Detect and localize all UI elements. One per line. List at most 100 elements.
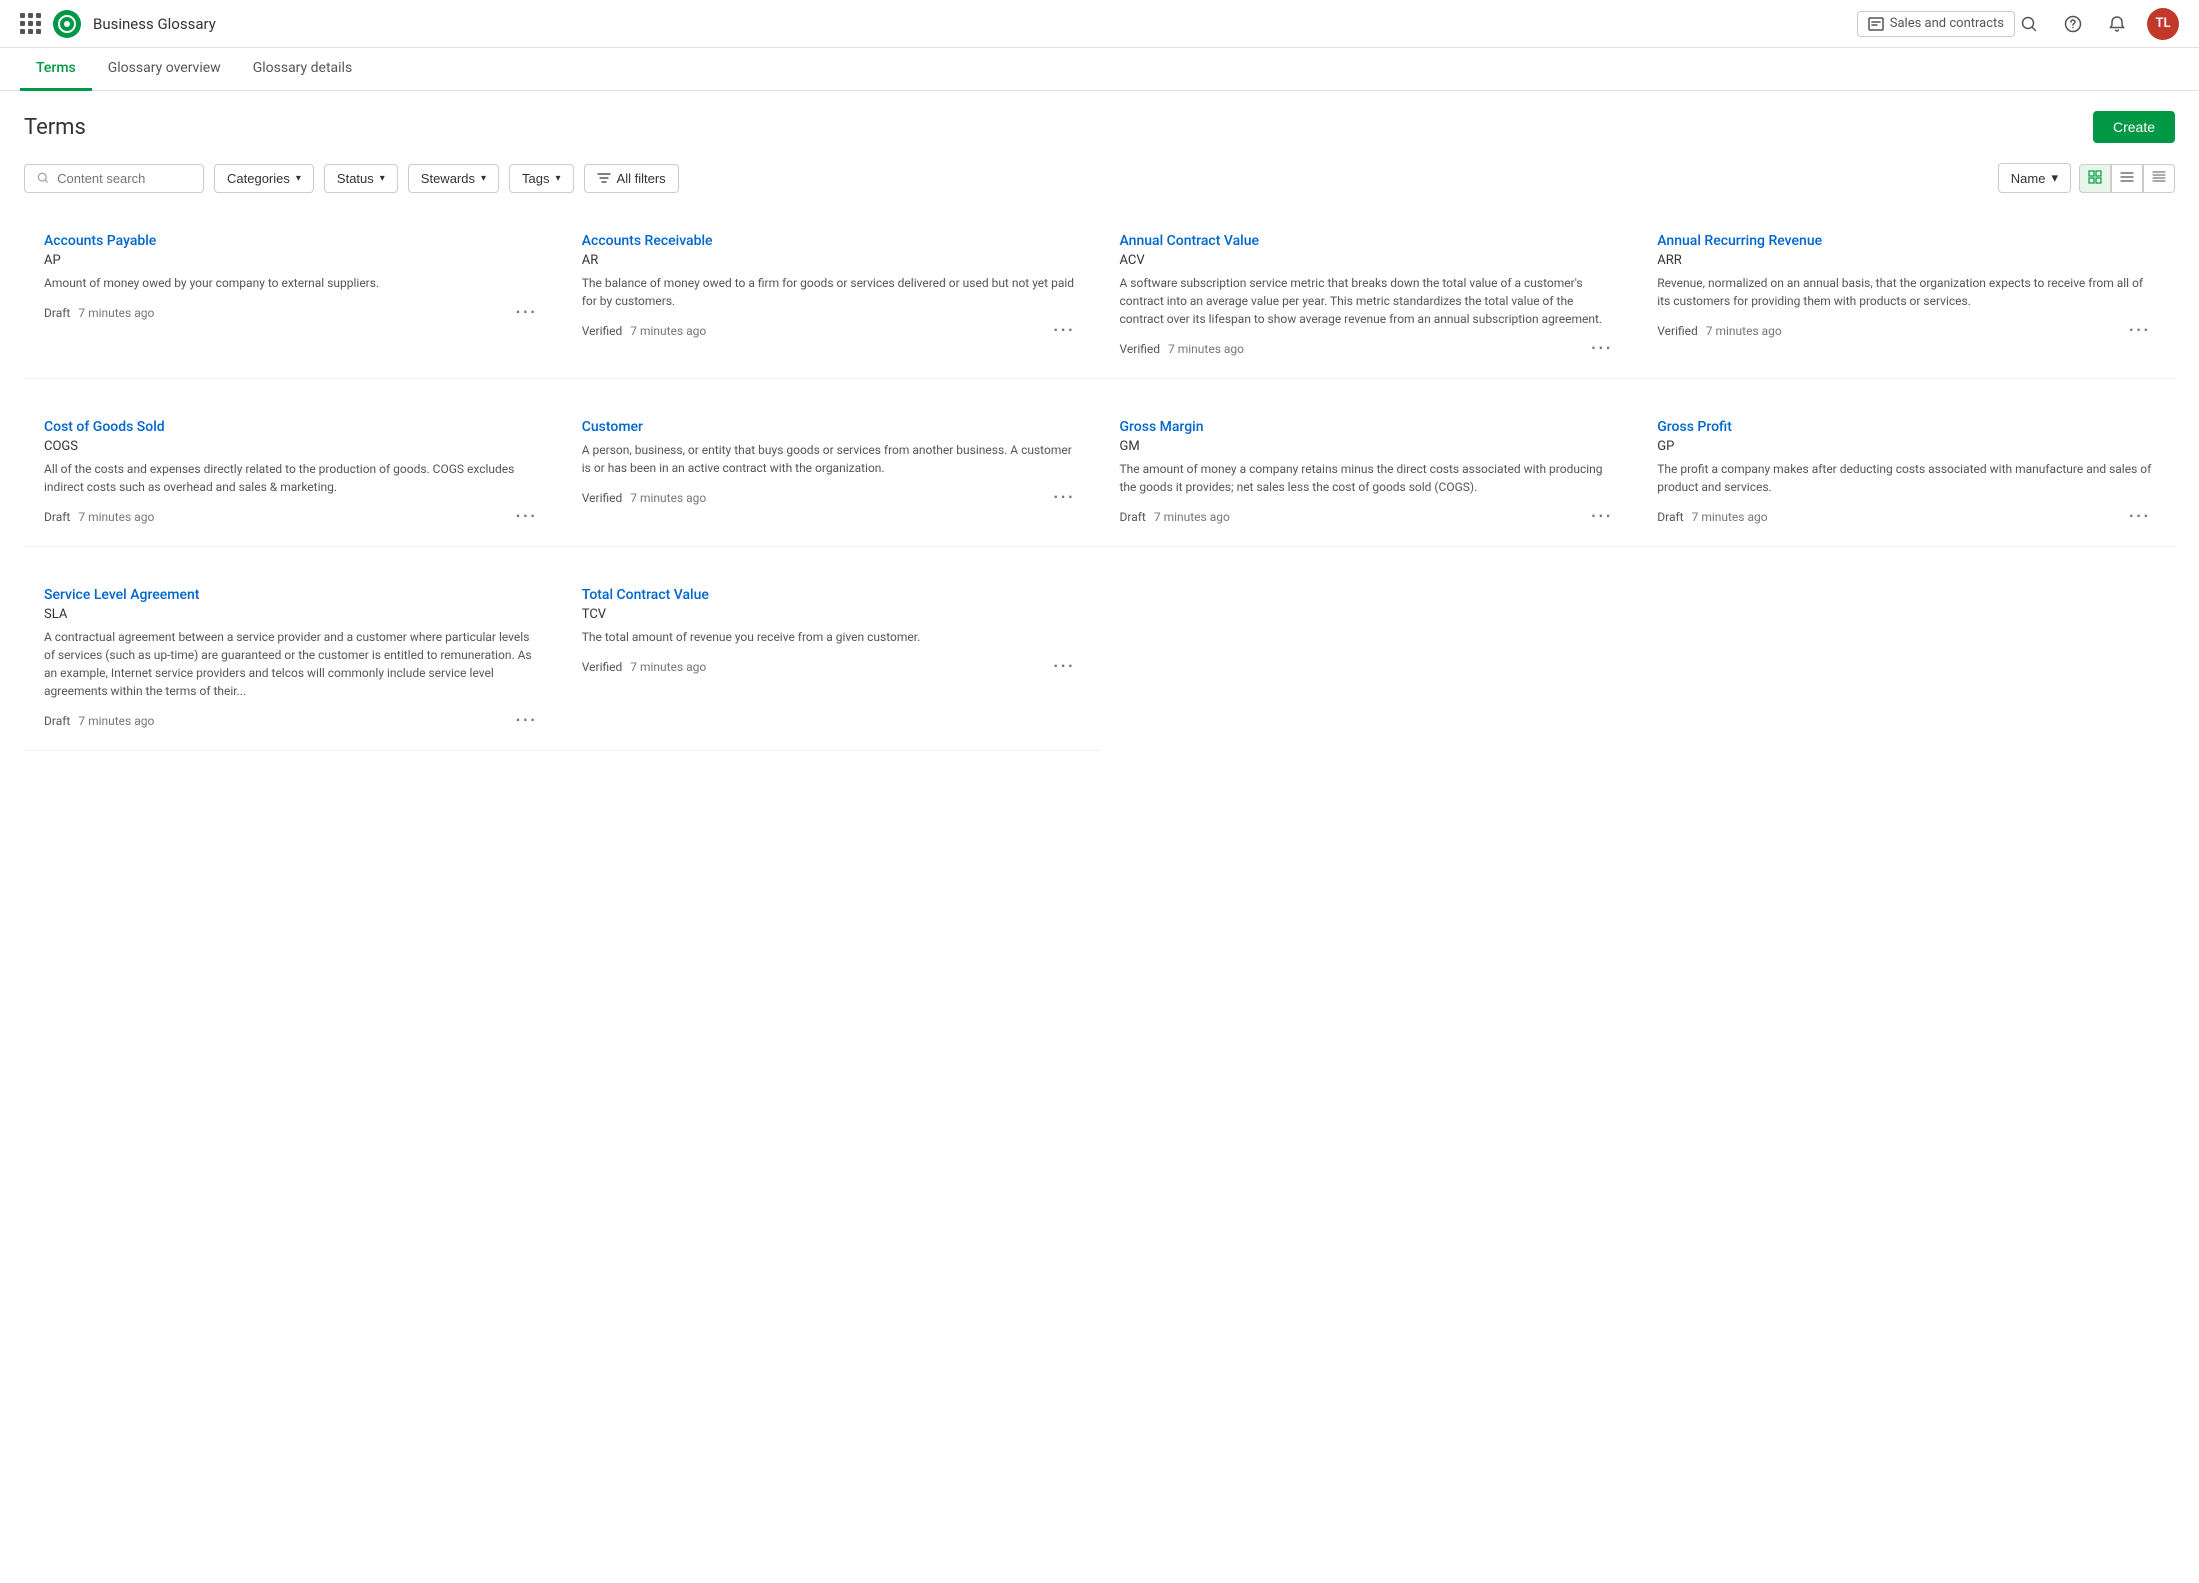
card-footer-gross-margin: Draft 7 minutes ago ···	[1120, 508, 1618, 526]
list-view-icon	[2120, 170, 2134, 184]
card-annual-recurring-revenue: Annual Recurring Revenue ARR Revenue, no…	[1637, 213, 2175, 379]
filterbar-right: Name ▾	[1998, 163, 2175, 193]
card-title-accounts-receivable[interactable]: Accounts Receivable	[582, 233, 1080, 249]
card-footer-left: Draft 7 minutes ago	[44, 510, 154, 524]
grid-view-button[interactable]	[2079, 164, 2111, 193]
card-time-annual-contract-value: 7 minutes ago	[1168, 342, 1244, 356]
card-time-total-contract-value: 7 minutes ago	[630, 660, 706, 674]
card-desc-customer: A person, business, or entity that buys …	[582, 441, 1080, 477]
create-button[interactable]: Create	[2093, 111, 2175, 143]
app-title: Business Glossary	[93, 15, 216, 33]
topbar-right: TL	[2015, 8, 2179, 40]
sort-label: Name	[2011, 171, 2046, 186]
grid-view-icon	[2088, 170, 2102, 184]
sort-chevron: ▾	[2051, 170, 2058, 186]
tab-glossary-details[interactable]: Glossary details	[237, 48, 369, 91]
more-button-gross-profit[interactable]: ···	[2125, 508, 2155, 526]
status-filter[interactable]: Status ▾	[324, 164, 398, 193]
context-label: Sales and contracts	[1890, 16, 2004, 31]
context-icon	[1868, 16, 1884, 32]
status-badge-cost-of-goods-sold: Draft	[44, 510, 70, 524]
stewards-filter[interactable]: Stewards ▾	[408, 164, 499, 193]
help-button[interactable]	[2059, 10, 2087, 38]
card-footer-left: Draft 7 minutes ago	[44, 714, 154, 728]
tab-navigation: Terms Glossary overview Glossary details	[0, 48, 2199, 91]
card-footer-left: Verified 7 minutes ago	[1657, 324, 1782, 338]
card-time-cost-of-goods-sold: 7 minutes ago	[78, 510, 154, 524]
tab-glossary-overview[interactable]: Glossary overview	[92, 48, 237, 91]
status-label: Status	[337, 171, 374, 186]
card-abbr-service-level-agreement: SLA	[44, 607, 542, 622]
card-footer-annual-recurring-revenue: Verified 7 minutes ago ···	[1657, 322, 2155, 340]
page-header: Terms Create	[24, 111, 2175, 143]
more-button-customer[interactable]: ···	[1050, 489, 1080, 507]
card-footer-total-contract-value: Verified 7 minutes ago ···	[582, 658, 1080, 676]
more-button-gross-margin[interactable]: ···	[1587, 508, 1617, 526]
status-chevron: ▾	[380, 173, 385, 184]
tags-filter[interactable]: Tags ▾	[509, 164, 574, 193]
card-desc-service-level-agreement: A contractual agreement between a servic…	[44, 628, 542, 700]
card-gross-margin: Gross Margin GM The amount of money a co…	[1100, 399, 1638, 547]
card-desc-total-contract-value: The total amount of revenue you receive …	[582, 628, 1080, 646]
card-footer-service-level-agreement: Draft 7 minutes ago ···	[44, 712, 542, 730]
card-gross-profit: Gross Profit GP The profit a company mak…	[1637, 399, 2175, 547]
card-title-customer[interactable]: Customer	[582, 419, 1080, 435]
status-badge-accounts-payable: Draft	[44, 306, 70, 320]
all-filters-button[interactable]: All filters	[584, 164, 679, 193]
card-footer-cost-of-goods-sold: Draft 7 minutes ago ···	[44, 508, 542, 526]
card-title-gross-margin[interactable]: Gross Margin	[1120, 419, 1618, 435]
card-abbr-annual-recurring-revenue: ARR	[1657, 253, 2155, 268]
status-badge-customer: Verified	[582, 491, 623, 505]
status-badge-annual-recurring-revenue: Verified	[1657, 324, 1698, 338]
compact-view-icon	[2152, 170, 2166, 184]
more-button-accounts-receivable[interactable]: ···	[1050, 322, 1080, 340]
card-title-total-contract-value[interactable]: Total Contract Value	[582, 587, 1080, 603]
more-button-annual-contract-value[interactable]: ···	[1587, 340, 1617, 358]
more-button-cost-of-goods-sold[interactable]: ···	[512, 508, 542, 526]
user-avatar[interactable]: TL	[2147, 8, 2179, 40]
cards-grid: Accounts Payable AP Amount of money owed…	[24, 213, 2175, 751]
card-footer-customer: Verified 7 minutes ago ···	[582, 489, 1080, 507]
card-title-annual-contract-value[interactable]: Annual Contract Value	[1120, 233, 1618, 249]
categories-label: Categories	[227, 171, 290, 186]
card-desc-gross-margin: The amount of money a company retains mi…	[1120, 460, 1618, 496]
card-title-cost-of-goods-sold[interactable]: Cost of Goods Sold	[44, 419, 542, 435]
more-button-accounts-payable[interactable]: ···	[512, 304, 542, 322]
tab-terms[interactable]: Terms	[20, 48, 92, 91]
card-footer-left: Verified 7 minutes ago	[1120, 342, 1245, 356]
card-accounts-payable: Accounts Payable AP Amount of money owed…	[24, 213, 562, 379]
card-footer-left: Draft 7 minutes ago	[1657, 510, 1767, 524]
search-button[interactable]	[2015, 10, 2043, 38]
card-footer-left: Draft 7 minutes ago	[44, 306, 154, 320]
status-badge-total-contract-value: Verified	[582, 660, 623, 674]
apps-icon[interactable]	[20, 13, 41, 34]
stewards-label: Stewards	[421, 171, 475, 186]
card-desc-accounts-payable: Amount of money owed by your company to …	[44, 274, 542, 292]
list-view-button[interactable]	[2111, 164, 2143, 193]
card-footer-left: Verified 7 minutes ago	[582, 660, 707, 674]
row-separator-2	[24, 547, 2175, 567]
card-title-accounts-payable[interactable]: Accounts Payable	[44, 233, 542, 249]
context-badge[interactable]: Sales and contracts	[1857, 11, 2015, 37]
card-desc-annual-contract-value: A software subscription service metric t…	[1120, 274, 1618, 328]
qlik-logo	[53, 10, 81, 38]
card-title-annual-recurring-revenue[interactable]: Annual Recurring Revenue	[1657, 233, 2155, 249]
card-abbr-annual-contract-value: ACV	[1120, 253, 1618, 268]
notifications-button[interactable]	[2103, 10, 2131, 38]
status-badge-service-level-agreement: Draft	[44, 714, 70, 728]
more-button-service-level-agreement[interactable]: ···	[512, 712, 542, 730]
card-title-gross-profit[interactable]: Gross Profit	[1657, 419, 2155, 435]
card-customer: Customer A person, business, or entity t…	[562, 399, 1100, 547]
search-input[interactable]	[57, 171, 191, 186]
compact-view-button[interactable]	[2143, 164, 2175, 193]
card-abbr-gross-margin: GM	[1120, 439, 1618, 454]
card-footer-accounts-receivable: Verified 7 minutes ago ···	[582, 322, 1080, 340]
more-button-annual-recurring-revenue[interactable]: ···	[2125, 322, 2155, 340]
card-title-service-level-agreement[interactable]: Service Level Agreement	[44, 587, 542, 603]
card-total-contract-value: Total Contract Value TCV The total amoun…	[562, 567, 1100, 751]
tags-chevron: ▾	[556, 173, 561, 184]
categories-filter[interactable]: Categories ▾	[214, 164, 314, 193]
sort-button[interactable]: Name ▾	[1998, 163, 2071, 193]
more-button-total-contract-value[interactable]: ···	[1050, 658, 1080, 676]
card-footer-left: Verified 7 minutes ago	[582, 324, 707, 338]
